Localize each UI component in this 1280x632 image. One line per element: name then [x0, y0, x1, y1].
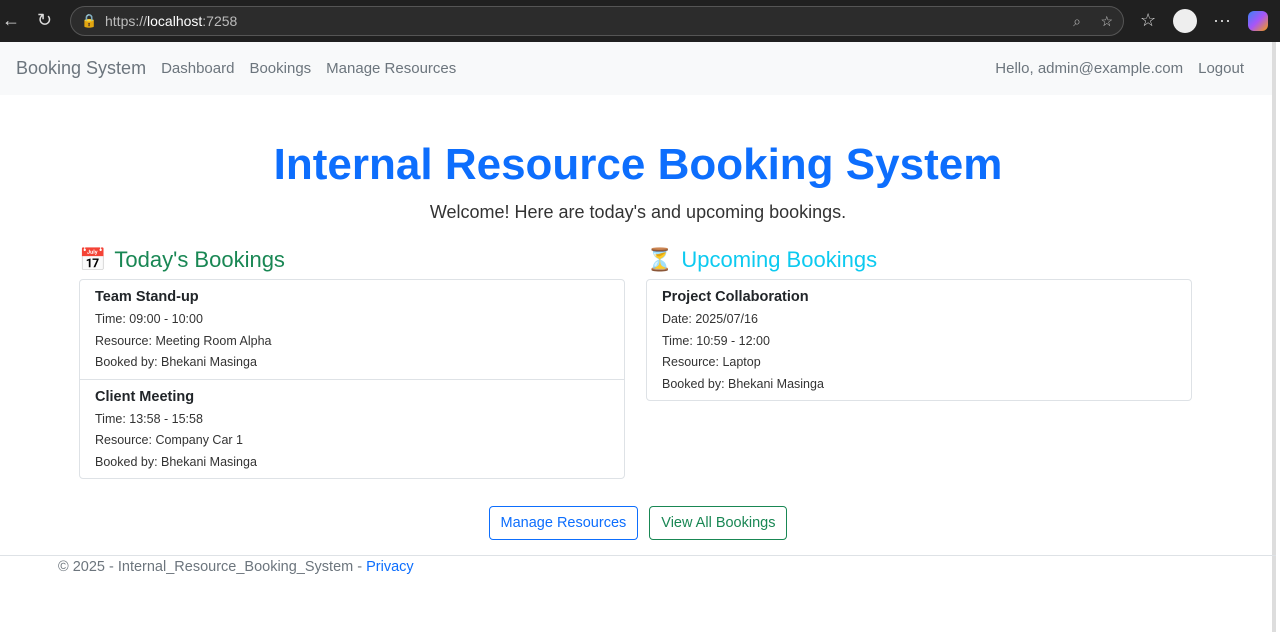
- nav-dashboard[interactable]: Dashboard: [161, 60, 234, 77]
- zoom-icon[interactable]: ⌕: [1073, 13, 1081, 30]
- calendar-icon: 📅: [79, 247, 107, 272]
- booking-time: Time: 10:59 - 12:00: [662, 333, 770, 348]
- page: Booking System Dashboard Bookings Manage…: [0, 42, 1276, 632]
- booking-title: Project Collaboration: [662, 289, 809, 305]
- address-bar[interactable]: 🔒 https://localhost:7258 ⌕ ☆: [70, 6, 1124, 36]
- nav-bookings[interactable]: Bookings: [249, 60, 311, 77]
- url-port: :7258: [202, 13, 238, 29]
- booking-user: Booked by: Bhekani Masinga: [662, 376, 824, 391]
- page-subtitle: Welcome! Here are today's and upcoming b…: [429, 202, 847, 222]
- booking-resource: Resource: Company Car 1: [95, 433, 243, 447]
- brand-link[interactable]: Booking System: [16, 58, 146, 79]
- navbar: Booking System Dashboard Bookings Manage…: [0, 42, 1272, 95]
- profile-avatar[interactable]: [1173, 9, 1197, 33]
- booking-date: Date: 2025/07/16: [662, 312, 758, 326]
- upcoming-bookings-heading: Upcoming Bookings: [681, 247, 878, 272]
- url-host: localhost: [147, 13, 203, 29]
- manage-resources-button[interactable]: Manage Resources: [488, 506, 639, 540]
- privacy-link[interactable]: Privacy: [366, 559, 414, 575]
- reload-icon[interactable]: ↻: [37, 10, 52, 31]
- booking-resource: Resource: Laptop: [662, 355, 761, 369]
- back-icon[interactable]: ←: [2, 10, 20, 31]
- footer: © 2025 - Internal_Resource_Booking_Syste…: [0, 555, 1276, 578]
- view-all-bookings-button[interactable]: View All Bookings: [649, 506, 788, 540]
- todays-bookings-heading: Today's Bookings: [114, 247, 285, 272]
- booking-user: Booked by: Bhekani Masinga: [95, 355, 257, 369]
- booking-time: Time: 09:00 - 10:00: [95, 312, 203, 326]
- todays-bookings-list: Team Stand-up Time: 09:00 - 10:00 Resour…: [79, 279, 625, 479]
- logout-link[interactable]: Logout: [1198, 60, 1244, 77]
- booking-time: Time: 13:58 - 15:58: [95, 411, 203, 426]
- favorites-icon[interactable]: ☆: [1140, 10, 1156, 31]
- copilot-icon[interactable]: [1248, 11, 1268, 31]
- list-item: Project Collaboration Date: 2025/07/16 T…: [647, 280, 1191, 400]
- user-greeting[interactable]: Hello, admin@example.com: [995, 60, 1183, 77]
- more-icon[interactable]: ···: [1213, 10, 1231, 31]
- upcoming-bookings-list: Project Collaboration Date: 2025/07/16 T…: [646, 279, 1192, 401]
- list-item: Team Stand-up Time: 09:00 - 10:00 Resour…: [80, 280, 624, 379]
- url-prefix: https://: [105, 13, 148, 29]
- booking-resource: Resource: Meeting Room Alpha: [95, 333, 272, 348]
- page-title: Internal Resource Booking System: [273, 140, 1003, 189]
- booking-title: Client Meeting: [95, 388, 195, 405]
- nav-manage-resources[interactable]: Manage Resources: [326, 60, 456, 77]
- browser-toolbar: ← ↻ 🔒 https://localhost:7258 ⌕ ☆ ☆ ···: [0, 0, 1280, 42]
- booking-title: Team Stand-up: [95, 289, 199, 305]
- booking-user: Booked by: Bhekani Masinga: [95, 454, 257, 469]
- hourglass-icon: ⏳: [646, 247, 674, 272]
- star-icon[interactable]: ☆: [1100, 13, 1113, 30]
- list-item: Client Meeting Time: 13:58 - 15:58 Resou…: [80, 378, 624, 479]
- upcoming-bookings-section: ⏳ Upcoming Bookings Project Collaboration…: [646, 245, 1192, 401]
- footer-text: © 2025 - Internal_Resource_Booking_Syste…: [58, 559, 367, 575]
- lock-icon: 🔒: [81, 13, 98, 28]
- todays-bookings-section: 📅 Today's Bookings Team Stand-up Time: 09…: [79, 245, 625, 479]
